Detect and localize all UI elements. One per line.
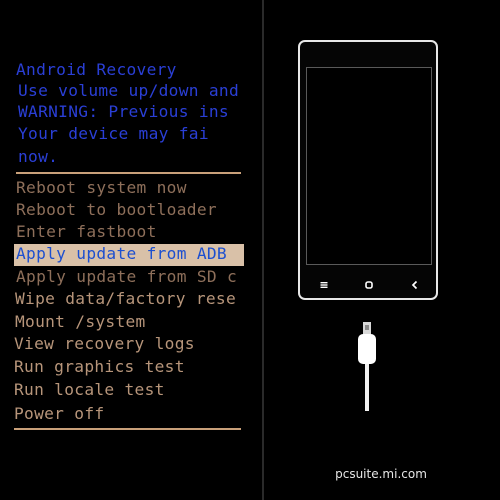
footer-url: pcsuite.mi.com [335, 467, 427, 481]
menu-item-wipe-data[interactable]: Wipe data/factory rese [15, 289, 236, 311]
menu-icon [317, 278, 331, 292]
recovery-screen: Android Recovery Use volume up/down and … [0, 0, 262, 500]
recovery-warning-detail: Your device may fai [18, 124, 209, 143]
menu-item-reboot-system[interactable]: Reboot system now [16, 178, 187, 200]
phone-screen [306, 67, 432, 265]
usb-cable-icon [358, 322, 376, 411]
home-icon [362, 278, 376, 292]
menu-item-graphics-test[interactable]: Run graphics test [14, 357, 185, 379]
menu-item-apply-update-adb[interactable]: Apply update from ADB [14, 244, 244, 266]
menu-item-mount-system[interactable]: Mount /system [15, 312, 146, 334]
recovery-instructions: Use volume up/down and [18, 81, 240, 100]
menu-item-view-logs[interactable]: View recovery logs [14, 334, 195, 356]
menu-divider-top [16, 172, 241, 174]
recovery-warning-end: now. [18, 147, 59, 166]
menu-item-enter-fastboot[interactable]: Enter fastboot [16, 222, 157, 244]
phone-illustration-panel: pcsuite.mi.com [264, 0, 500, 500]
phone-device [298, 40, 438, 300]
recovery-warning: WARNING: Previous ins [18, 102, 229, 121]
menu-item-reboot-bootloader[interactable]: Reboot to bootloader [16, 200, 217, 222]
menu-item-apply-update-sd[interactable]: Apply update from SD c [16, 267, 237, 289]
menu-item-power-off[interactable]: Power off [14, 404, 104, 426]
menu-item-locale-test[interactable]: Run locale test [14, 380, 165, 402]
back-icon [408, 278, 422, 292]
menu-divider-bottom [14, 428, 241, 430]
recovery-title: Android Recovery [16, 60, 177, 79]
